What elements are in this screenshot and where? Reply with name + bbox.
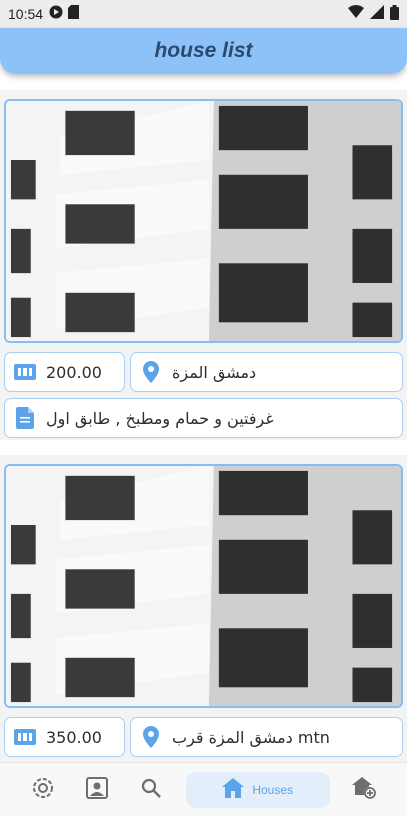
money-icon [14,361,36,383]
house-photo[interactable] [4,464,403,708]
add-house-icon [351,776,376,803]
app-bar: house list [0,28,407,74]
price-text: 350.00 [46,727,102,747]
location-pin-icon [140,361,162,383]
nav-profile[interactable] [77,772,117,808]
search-icon [140,777,162,803]
battery-icon [390,4,399,24]
wifi-icon [348,5,364,23]
page-title: house list [154,39,253,62]
media-icon [49,5,63,23]
nav-add-house[interactable] [344,772,384,808]
location-field: دمشق المزة [130,352,403,392]
status-bar: 10:54 [0,0,407,28]
profile-icon [86,776,109,803]
price-field: 200.00 [4,352,125,392]
location-field: دمشق المزة قرب mtn [130,717,403,757]
nav-settings[interactable] [23,772,63,808]
description-text: غرفتين و حمام ومطبخ , طابق اول [46,408,274,428]
home-icon [222,777,245,802]
price-field: 350.00 [4,717,125,757]
house-list[interactable]: 200.00 دمشق المزة غرفتين و حمام ومطبخ , … [0,90,407,762]
sd-card-icon [68,5,80,23]
house-photo[interactable] [4,99,403,343]
location-text: دمشق المزة قرب mtn [172,727,330,747]
status-time: 10:54 [8,6,44,22]
signal-icon [370,5,384,23]
nav-houses[interactable]: Houses [185,771,330,808]
money-icon [14,726,36,748]
description-field: غرفتين و حمام ومطبخ , طابق اول [4,398,403,438]
price-text: 200.00 [46,362,102,382]
settings-icon [31,776,55,804]
nav-search[interactable] [131,772,171,808]
bottom-navigation: Houses [0,762,407,816]
location-text: دمشق المزة [172,362,257,382]
nav-houses-label: Houses [252,782,293,797]
document-icon [14,407,36,429]
location-pin-icon [140,726,162,748]
